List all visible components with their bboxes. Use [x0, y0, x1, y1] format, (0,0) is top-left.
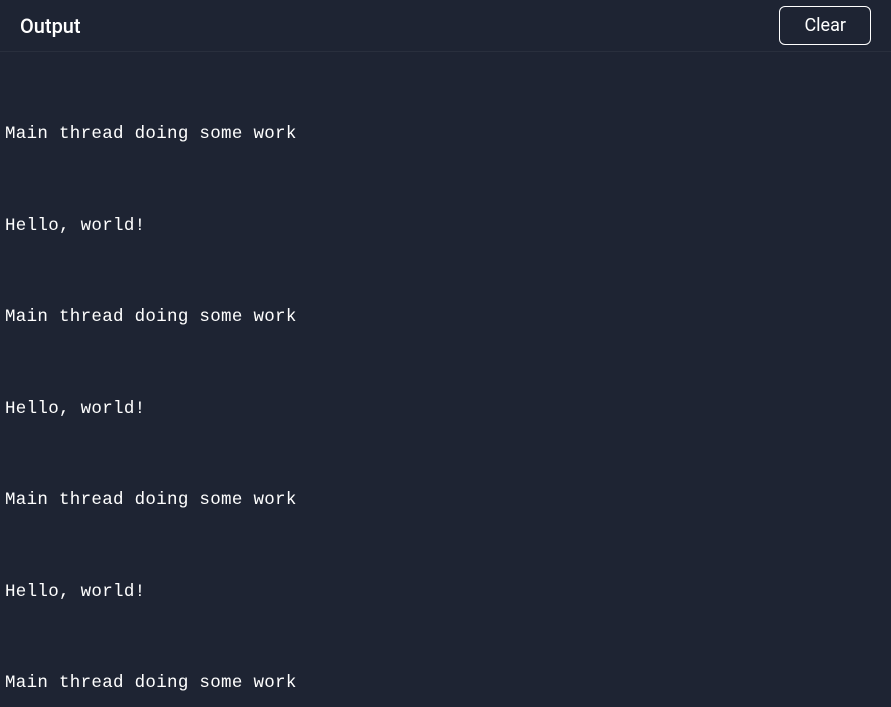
- output-console[interactable]: Main thread doing some work Hello, world…: [0, 52, 891, 707]
- output-line: Hello, world!: [5, 211, 886, 242]
- output-line: Main thread doing some work: [5, 302, 886, 333]
- output-line: Hello, world!: [5, 577, 886, 608]
- output-panel-header: Output Clear: [0, 0, 891, 52]
- clear-button[interactable]: Clear: [779, 6, 871, 45]
- output-line: Main thread doing some work: [5, 485, 886, 516]
- output-line: Hello, world!: [5, 394, 886, 425]
- output-line: Main thread doing some work: [5, 668, 886, 699]
- output-line: Main thread doing some work: [5, 119, 886, 150]
- panel-title: Output: [20, 14, 81, 38]
